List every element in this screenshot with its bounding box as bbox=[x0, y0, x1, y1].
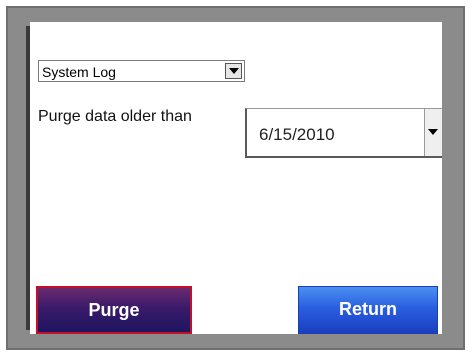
log-type-value: System Log bbox=[42, 64, 116, 80]
purge-date-value: 6/15/2010 bbox=[259, 125, 335, 144]
return-button[interactable]: Return bbox=[298, 286, 438, 334]
touch-screen: System Log Purge data older than 6/15/20… bbox=[30, 22, 442, 334]
purge-data-label: Purge data older than bbox=[38, 108, 192, 125]
log-type-dropdown-button[interactable] bbox=[225, 63, 242, 79]
chevron-down-icon bbox=[229, 68, 239, 74]
chevron-down-icon bbox=[428, 129, 438, 135]
log-type-dropdown[interactable]: System Log bbox=[38, 60, 245, 82]
purge-date-dropdown[interactable]: 6/15/2010 bbox=[245, 108, 442, 158]
purge-date-dropdown-button[interactable] bbox=[424, 109, 442, 156]
purge-button[interactable]: Purge bbox=[36, 286, 192, 334]
